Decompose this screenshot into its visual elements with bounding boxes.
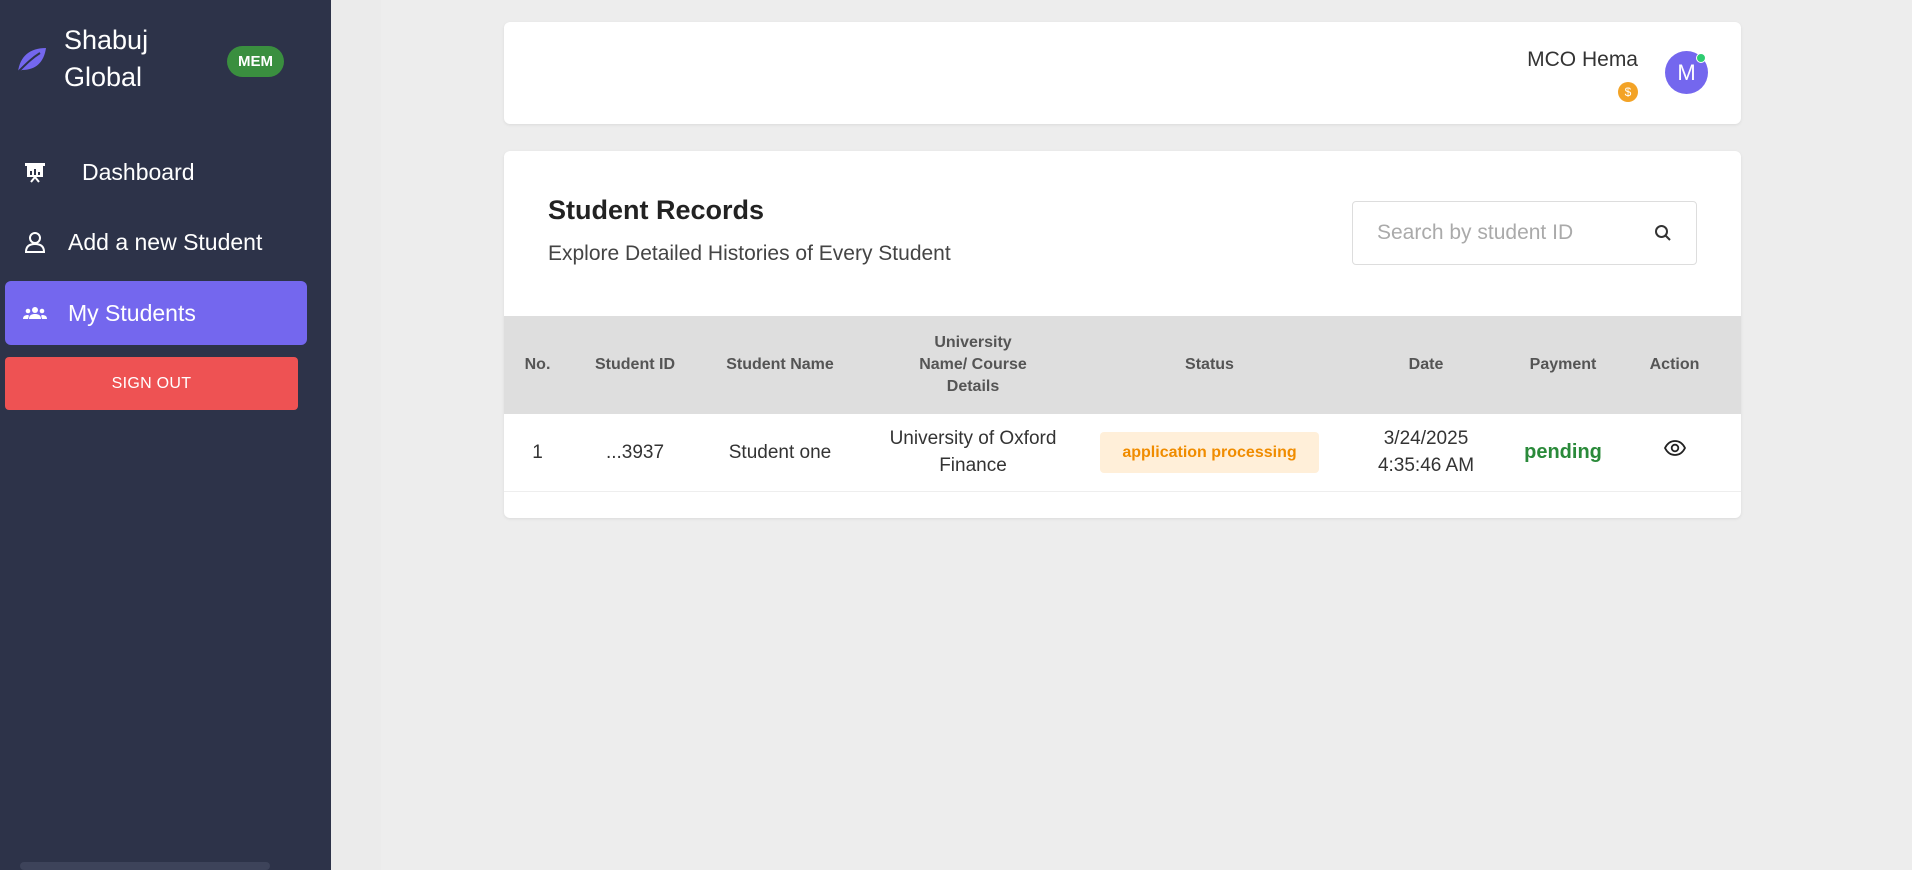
users-group-icon [22,300,48,326]
content-gutter [331,0,381,870]
sidebar-item-my-students[interactable]: My Students [5,281,307,345]
student-records-card: Student Records Explore Detailed Histori… [504,151,1741,518]
payment-cell: pending [1518,414,1608,491]
university-course: University of Oxford Finance [861,414,1085,491]
university-name: University of Oxford [889,428,1057,450]
user-name: MCO Hema [1527,48,1638,71]
top-bar: MCO Hema $ M [504,22,1741,124]
column-header: Payment [1529,356,1597,373]
online-status-indicator [1696,53,1706,63]
sidebar-item-label: Add a new Student [68,228,263,255]
search-box [1352,201,1697,265]
date-cell: 3/24/2025 4:35:46 AM [1334,414,1518,491]
status-badge: application processing [1100,431,1319,473]
sidebar-item-add-student[interactable]: Add a new Student [5,210,307,274]
presentation-chart-icon [22,159,48,185]
sidebar-item-dashboard[interactable]: Dashboard [5,140,307,204]
leaf-logo-icon [17,48,46,73]
search-icon[interactable] [1654,224,1672,242]
table-header-row: No. Student ID Student Name University N… [504,316,1741,414]
sidebar-item-label: My Students [68,299,196,326]
date-value: 3/24/2025 [1383,428,1469,450]
brand-name: Shabuj Global [64,25,149,92]
student-table: No. Student ID Student Name University N… [504,316,1741,492]
column-header: Status [1185,356,1234,373]
user-icon [22,229,48,255]
coin-icon: $ [1618,82,1638,102]
sidebar-item-label: Dashboard [82,158,195,185]
column-header: Student Name [726,356,834,373]
column-header: Student ID [595,356,675,373]
column-header: No. [524,356,551,373]
student-id: ...3937 [605,441,665,463]
sign-out-button[interactable]: SIGN OUT [5,357,298,410]
eye-icon[interactable] [1663,437,1686,459]
action-cell [1608,414,1741,491]
sidebar: Shabuj Global MEM Dashboard Add a new St… [0,0,331,870]
sidebar-scrollbar[interactable] [20,862,270,870]
column-header: Date [1408,356,1444,373]
column-header: University Name/ Course Details [919,334,1027,395]
search-input[interactable] [1375,220,1654,246]
time-value: 4:35:46 AM [1377,455,1475,477]
payment-status: pending [1524,440,1602,463]
page-title: Student Records [548,195,765,225]
row-number: 1 [532,441,543,463]
column-header: Action [1649,356,1700,373]
status-cell: application processing [1085,414,1334,491]
page-subtitle: Explore Detailed Histories of Every Stud… [548,242,951,265]
role-badge: MEM [227,46,284,77]
brand[interactable]: Shabuj Global [14,22,184,96]
course-name: Finance [939,455,1007,477]
table-row[interactable]: 1 ...3937 Student one University of Oxfo… [504,414,1741,491]
student-name: Student one [728,441,832,463]
